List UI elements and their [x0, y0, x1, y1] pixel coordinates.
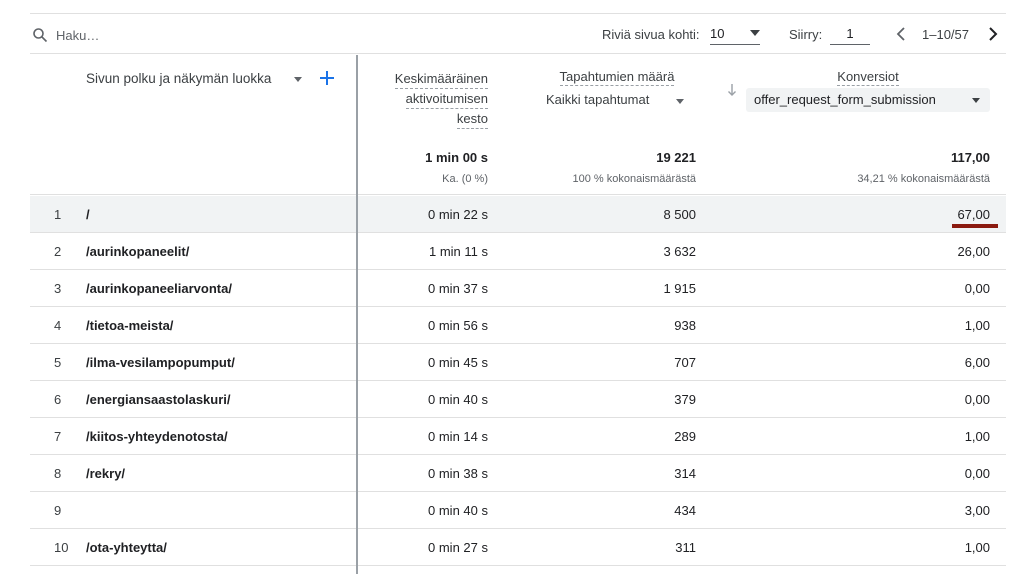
- row-conversions: 1,00: [964, 318, 990, 333]
- row-index: 7: [54, 429, 62, 444]
- row-events: 707: [674, 355, 696, 370]
- row-duration: 0 min 40 s: [428, 503, 488, 518]
- row-path: /aurinkopaneeliarvonta/: [86, 281, 232, 296]
- search-icon: [33, 28, 48, 43]
- row-index: 3: [54, 281, 62, 296]
- goto-page-input[interactable]: [830, 23, 870, 45]
- search-input[interactable]: [56, 25, 276, 45]
- column-divider: [356, 55, 358, 574]
- row-path: /kiitos-yhteydenotosta/: [86, 429, 228, 444]
- row-path: /tietoa-meista/: [86, 318, 174, 333]
- row-conversions: 1,00: [964, 540, 990, 555]
- table-row[interactable]: 5 /ilma-vesilampopumput/ 0 min 45 s 707 …: [30, 344, 1006, 381]
- dimension-label[interactable]: Sivun polku ja näkymän luokka: [86, 71, 271, 86]
- pagination-range: 1–10/57: [922, 27, 969, 42]
- table-row[interactable]: 7 /kiitos-yhteydenotosta/ 0 min 14 s 289…: [30, 418, 1006, 455]
- row-path: /ota-yhteytta/: [86, 540, 167, 555]
- row-index: 4: [54, 318, 62, 333]
- row-path: /energiansaastolaskuri/: [86, 392, 231, 407]
- row-index: 8: [54, 466, 62, 481]
- row-conversions: 0,00: [964, 466, 990, 481]
- conversion-event-select[interactable]: offer_request_form_submission: [746, 88, 990, 112]
- row-duration: 0 min 56 s: [428, 318, 488, 333]
- row-events: 1 915: [663, 281, 696, 296]
- metric-event-count-header[interactable]: Tapahtumien määrä: [530, 69, 704, 86]
- total-avg-duration: 1 min 00 s: [425, 150, 488, 165]
- event-filter-select[interactable]: Kaikki tapahtumat: [546, 92, 649, 107]
- table-row[interactable]: 1 / 0 min 22 s 8 500 67,00: [30, 196, 1006, 233]
- table-row[interactable]: 6 /energiansaastolaskuri/ 0 min 40 s 379…: [30, 381, 1006, 418]
- dropdown-caret-icon[interactable]: [676, 99, 684, 104]
- row-conversions: 6,00: [964, 355, 990, 370]
- row-conversions: 0,00: [964, 281, 990, 296]
- row-duration: 0 min 40 s: [428, 392, 488, 407]
- row-conversions: 26,00: [957, 244, 990, 259]
- row-events: 289: [674, 429, 696, 444]
- metric-header-line: aktivoitumisen: [405, 90, 488, 109]
- table-row[interactable]: 3 /aurinkopaneeliarvonta/ 0 min 37 s 1 9…: [30, 270, 1006, 307]
- metric-header-line: kesto: [456, 110, 488, 129]
- table-row[interactable]: 9 0 min 40 s 434 3,00: [30, 492, 1006, 529]
- table-toolbar: Riviä sivua kohti: 10 Siirry: 1–10/57: [30, 14, 1006, 54]
- chevron-right-icon[interactable]: [986, 26, 1000, 42]
- chevron-left-icon[interactable]: [894, 26, 908, 42]
- row-path: /: [86, 207, 90, 222]
- row-index: 6: [54, 392, 62, 407]
- rows-per-page-value: 10: [710, 26, 725, 41]
- table-header: Sivun polku ja näkymän luokka Keskimäärä…: [30, 55, 1006, 195]
- total-conversions-sub: 34,21 % kokonaismäärästä: [857, 173, 990, 185]
- total-conversions: 117,00: [950, 150, 990, 165]
- row-events: 314: [674, 466, 696, 481]
- metric-header-title: Konversiot: [837, 69, 899, 86]
- conversion-event-value: offer_request_form_submission: [754, 92, 936, 107]
- arrow-down-icon[interactable]: [727, 83, 737, 97]
- row-index: 2: [54, 244, 62, 259]
- row-duration: 0 min 14 s: [428, 429, 488, 444]
- table-row[interactable]: 8 /rekry/ 0 min 38 s 314 0,00: [30, 455, 1006, 492]
- row-conversions: 0,00: [964, 392, 990, 407]
- metric-avg-duration-header[interactable]: Keskimääräinen aktivoitumisen kesto: [370, 69, 488, 129]
- metric-conversions-header[interactable]: Konversiot: [746, 69, 990, 86]
- row-conversions: 67,00: [957, 207, 990, 222]
- dropdown-caret-icon: [972, 98, 980, 103]
- row-events: 8 500: [663, 207, 696, 222]
- row-duration: 0 min 45 s: [428, 355, 488, 370]
- row-conversions: 3,00: [964, 503, 990, 518]
- row-events: 3 632: [663, 244, 696, 259]
- row-index: 5: [54, 355, 62, 370]
- table-row[interactable]: 2 /aurinkopaneelit/ 1 min 11 s 3 632 26,…: [30, 233, 1006, 270]
- metric-header-line: Keskimääräinen: [394, 70, 488, 89]
- table-row[interactable]: 10 /ota-yhteytta/ 0 min 27 s 311 1,00: [30, 529, 1006, 566]
- row-duration: 0 min 37 s: [428, 281, 488, 296]
- row-events: 311: [675, 540, 696, 555]
- row-path: /ilma-vesilampopumput/: [86, 355, 235, 370]
- row-path: /aurinkopaneelit/: [86, 244, 190, 259]
- row-duration: 0 min 38 s: [428, 466, 488, 481]
- total-avg-duration-sub: Ka. (0 %): [442, 173, 488, 185]
- row-events: 938: [674, 318, 696, 333]
- row-index: 1: [54, 207, 62, 222]
- dimension-dropdown-icon[interactable]: [294, 77, 302, 82]
- row-events: 379: [674, 392, 696, 407]
- row-duration: 1 min 11 s: [428, 244, 488, 259]
- row-events: 434: [674, 503, 696, 518]
- row-duration: 0 min 27 s: [428, 540, 488, 555]
- rows-per-page-select[interactable]: 10: [710, 23, 760, 45]
- report-table: Riviä sivua kohti: 10 Siirry: 1–10/57 Si…: [30, 13, 1006, 574]
- row-index: 9: [54, 503, 62, 518]
- rows-per-page-label: Riviä sivua kohti:: [602, 27, 700, 42]
- table-row[interactable]: 4 /tietoa-meista/ 0 min 56 s 938 1,00: [30, 307, 1006, 344]
- row-duration: 0 min 22 s: [428, 207, 488, 222]
- total-event-count-sub: 100 % kokonaismäärästä: [572, 173, 696, 185]
- add-dimension-icon[interactable]: [320, 71, 334, 85]
- metric-header-title: Tapahtumien määrä: [559, 69, 675, 86]
- row-index: 10: [54, 540, 69, 555]
- goto-label: Siirry:: [789, 27, 823, 42]
- row-conversions: 1,00: [964, 429, 990, 444]
- total-event-count: 19 221: [656, 150, 696, 165]
- row-path: /rekry/: [86, 466, 126, 481]
- dropdown-caret-icon: [750, 30, 760, 36]
- highlight-underline: [952, 224, 998, 228]
